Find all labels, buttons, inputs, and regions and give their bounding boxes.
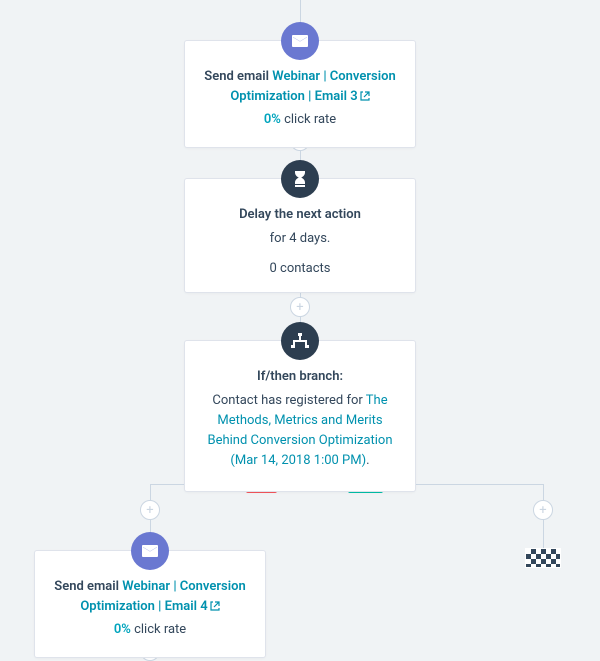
click-rate-value: 0% [264,112,281,127]
click-rate-label: click rate [281,112,336,127]
action-card-send-email-4[interactable]: Send email Webinar | Conversion Optimiza… [34,550,266,658]
click-rate: 0% click rate [49,620,251,641]
add-action-button[interactable]: + [290,297,310,317]
delay-duration: for 4 days. [199,229,401,250]
action-title-prefix: Send email [204,69,272,84]
external-link-icon [210,601,220,611]
branch-condition: Contact has registered for The Methods, … [199,391,401,472]
click-rate: 0% click rate [199,110,401,131]
delay-contacts: 0 contacts [199,261,401,276]
branch-condition-prefix: Contact has registered for [212,393,365,408]
branch-icon [281,322,319,360]
workflow-canvas: + + + + + NO YES Send email Webinar | Co… [0,0,600,661]
external-link-icon [360,91,370,101]
action-title: Send email Webinar | Conversion Optimiza… [49,577,251,616]
action-title: Delay the next action [199,205,401,225]
hourglass-icon [281,160,319,198]
action-card-branch[interactable]: If/then branch: Contact has registered f… [184,340,416,492]
email-icon [281,22,319,60]
click-rate-label: click rate [131,622,186,637]
action-title-prefix: Send email [54,579,122,594]
branch-condition-suffix: . [366,453,369,468]
action-card-delay[interactable]: Delay the next action for 4 days. 0 cont… [184,178,416,293]
action-title: Send email Webinar | Conversion Optimiza… [199,67,401,106]
add-action-button[interactable]: + [140,500,160,520]
click-rate-value: 0% [114,622,131,637]
email-icon [131,532,169,570]
goal-node[interactable] [525,548,561,568]
add-action-button[interactable]: + [533,500,553,520]
action-card-send-email-3[interactable]: Send email Webinar | Conversion Optimiza… [184,40,416,148]
action-title: If/then branch: [199,367,401,387]
